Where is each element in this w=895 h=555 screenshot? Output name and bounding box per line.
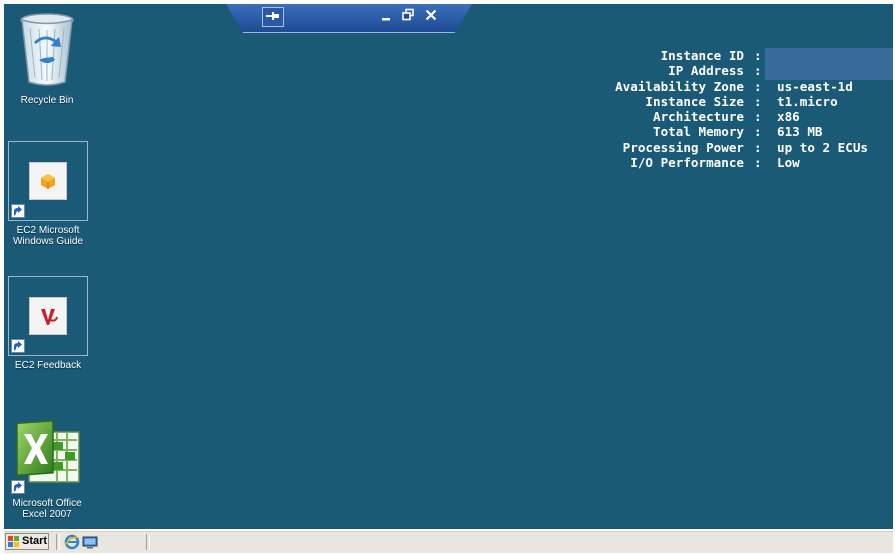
ec2-guide-tile [8,141,88,221]
shortcut-arrow-icon [11,339,25,353]
info-key: Instance Size [645,93,744,109]
info-value: Low [777,155,800,171]
info-key: Availability Zone [615,78,744,94]
info-key: IP Address [668,63,744,79]
windows-flag-icon [8,536,19,547]
taskbar-separator [56,534,60,550]
recycle-bin-label: Recycle Bin [20,95,74,106]
ec2-guide-label: EC2 Microsoft Windows Guide [12,225,84,247]
info-separator: : [754,48,762,63]
taskbar: Start [4,530,893,553]
minimize-icon[interactable] [377,8,395,24]
info-value: x86 [777,109,800,125]
internet-explorer-icon[interactable] [64,534,80,550]
info-value: t1.micro [777,93,838,109]
info-key: Architecture [653,109,744,125]
ec2-guide-icon [29,162,67,200]
ec2-feedback-tile [8,276,88,356]
taskbar-separator [146,534,150,550]
shortcut-arrow-icon [11,480,25,494]
info-key: Total Memory [653,124,744,140]
desktop-icon-excel[interactable]: Microsoft Office Excel 2007 [5,418,89,520]
desktop-icon-ec2-feedback[interactable]: EC2 Feedback [6,276,90,371]
restore-icon[interactable] [399,8,417,24]
redacted-block [765,48,893,80]
info-separator: : [754,63,762,79]
info-key: I/O Performance [630,155,744,171]
excel-label: Microsoft Office Excel 2007 [12,498,82,520]
show-desktop-icon[interactable] [82,534,98,550]
info-separator: : [754,109,762,125]
info-separator: : [754,139,762,155]
info-value: us-east-1d [777,78,853,94]
excel-icon [7,418,87,494]
info-key: Processing Power [622,139,744,155]
start-button[interactable]: Start [5,533,49,550]
rdp-connection-bar [226,4,472,33]
info-separator: : [754,78,762,94]
desktop-icon-recycle-bin[interactable]: Recycle Bin [5,8,89,106]
shortcut-arrow-icon [11,204,25,218]
pin-icon[interactable] [262,7,284,27]
info-value: 613 MB [777,124,823,140]
close-icon[interactable] [422,8,440,24]
recycle-bin-icon [20,13,74,86]
info-separator: : [754,155,762,171]
info-separator: : [754,124,762,140]
start-label: Start [22,535,48,547]
ec2-feedback-icon [29,297,67,335]
ec2-feedback-label: EC2 Feedback [14,360,82,371]
info-key: Instance ID [660,48,744,63]
info-separator: : [754,93,762,109]
info-value: up to 2 ECUs [777,139,868,155]
desktop-icon-ec2-guide[interactable]: EC2 Microsoft Windows Guide [6,141,90,247]
desktop: Recycle Bin EC2 Microsoft Windows Guide [4,4,893,529]
